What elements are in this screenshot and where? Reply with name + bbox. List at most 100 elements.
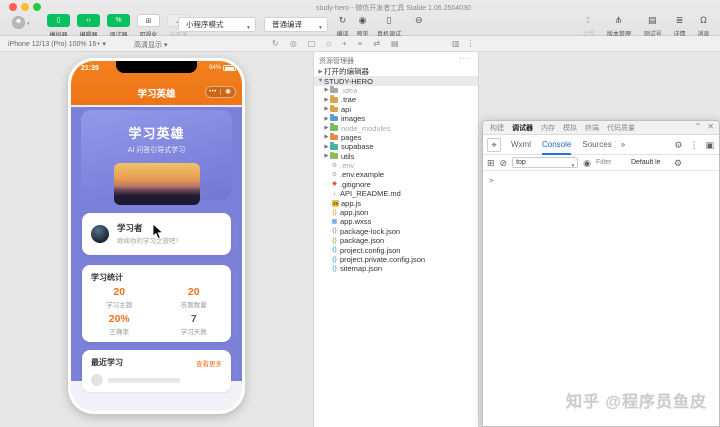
recent-list-item[interactable] [91, 374, 180, 386]
folder-node_modules[interactable]: ▶ node_modules [314, 123, 478, 132]
screenshot-icon[interactable]: ▢ [308, 39, 316, 49]
display-mode-select[interactable]: 高清显示 ▾ [134, 40, 167, 50]
console-filter-input[interactable] [596, 157, 626, 168]
toolbar-action-button[interactable]: ▤ 测试号 [643, 14, 663, 38]
file-app.json[interactable]: ▶ {} app.json [314, 208, 478, 217]
folder-trae[interactable]: ▶ .trae [314, 95, 478, 104]
gear-file-icon: ⚙ [330, 162, 339, 170]
compile-select[interactable]: 普通编译 ▼ [264, 17, 328, 32]
more-icon[interactable]: ⋮ [467, 39, 475, 49]
user-avatar[interactable] [12, 16, 25, 29]
chevron-right-icon: ▶ [323, 116, 330, 122]
debugger-window: 构建调试器内存模拟终端代码质量 ⌃ ✕ ⌖ Wxml Console Sources… [482, 120, 720, 427]
folder-supabase[interactable]: ▶ supabase [314, 142, 478, 151]
file-project.config.json[interactable]: ▶ {} project.config.json [314, 245, 478, 254]
sidebar-toggle-icon[interactable]: ⊞ [487, 157, 495, 169]
mode-select[interactable]: 小程序模式 ▼ [178, 17, 256, 32]
console-toolbar: ⊞ ⊘ top ▼ ◉ Default le ⚙ [483, 155, 719, 171]
minimize-window-button[interactable] [21, 3, 29, 11]
folder-icon [330, 116, 338, 122]
folder-api[interactable]: ▶ api [314, 105, 478, 114]
file-.env.example[interactable]: ▶ ⚙ .env.example [314, 170, 478, 179]
more-tabs-icon[interactable]: » [621, 140, 625, 149]
devtools-panel-bar: ⌖ Wxml Console Sources » ⚙ ⋮ ▣ [483, 135, 719, 155]
file-app.js[interactable]: ▶ JS app.js [314, 198, 478, 207]
file-app.wxss[interactable]: ▶ ▦ app.wxss [314, 217, 478, 226]
list-icon[interactable]: ▤ [391, 39, 399, 49]
folder-idea[interactable]: ▶ .idea [314, 86, 478, 95]
home-icon[interactable]: ⌂ [326, 39, 331, 49]
debugger-tab[interactable]: 构建 [490, 123, 504, 133]
debugger-tab[interactable]: 调试器 [512, 123, 533, 133]
folder-pages[interactable]: ▶ pages [314, 133, 478, 142]
capsule-menu[interactable]: ••• ◉ [205, 86, 236, 98]
app-header: 21:39 94% 学习英雄 ••• ◉ [71, 61, 242, 105]
stat-label: 学习主题 [82, 299, 157, 309]
toolbar-action-button[interactable]: ↥ 上传 [582, 14, 595, 38]
folder-utils[interactable]: ▶ utils [314, 152, 478, 161]
action-icon: ↻ [336, 14, 349, 26]
inspect-icon[interactable]: ⌖ [358, 39, 363, 49]
clear-console-icon[interactable]: ⊘ [500, 157, 508, 169]
debugger-tab[interactable]: 代码质量 [607, 123, 635, 133]
status-battery: 94% [209, 65, 236, 71]
folder-icon [330, 107, 338, 113]
device-select[interactable]: iPhone 12/13 (Pro) 100% 16+ ▾ [8, 40, 106, 48]
collapse-icon[interactable]: ⌃ [695, 122, 702, 131]
console-settings-gear-icon[interactable]: ⚙ [674, 157, 682, 169]
mode-button-icon: ‹› [77, 14, 100, 27]
file-package-lock.json[interactable]: ▶ {} package-lock.json [314, 227, 478, 236]
dock-side-icon[interactable]: ▣ [705, 140, 714, 151]
wxss-file-icon: ▦ [330, 218, 339, 226]
action-icon: ⋔ [606, 14, 632, 26]
target-icon[interactable]: ◎ [290, 39, 297, 49]
view-more-link[interactable]: 查看更多 [196, 358, 222, 368]
devtools-tab-wxml[interactable]: Wxml [511, 135, 531, 155]
app-page: 学习英雄 AI 问答引导式学习 学习者 继续你的学习之旅吧！ 学习统计 20 学… [71, 105, 242, 381]
explorer-more-icon[interactable]: ··· [459, 54, 470, 63]
file-.gitignore[interactable]: ▶ ◆ .gitignore [314, 180, 478, 189]
folder-icon [330, 144, 338, 150]
toolbar-action-button[interactable]: Ω 消息 [697, 14, 710, 38]
more-menu-icon[interactable]: ••• [206, 87, 220, 97]
chevron-right-icon: ▶ [323, 87, 330, 93]
inspect-element-icon[interactable]: ⌖ [487, 138, 501, 152]
stats-grid: 20 学习主题 20 答题数量 20% 正确率 7 学习天数 [82, 286, 231, 336]
console-output[interactable]: > 知乎 @程序员鱼皮 [483, 171, 719, 427]
profile-card[interactable]: 学习者 继续你的学习之旅吧！ [82, 213, 231, 255]
markdown-file-icon: ↓ [330, 190, 339, 198]
file-project.private.config.json[interactable]: ▶ {} project.private.config.json [314, 255, 478, 264]
toolbar-action-button[interactable]: ⋔ 版本管理 [606, 14, 632, 38]
kebab-menu-icon[interactable]: ⋮ [689, 140, 698, 151]
context-select[interactable]: top ▼ [512, 157, 578, 168]
project-root[interactable]: ▼ STUDY-HERO [314, 76, 478, 85]
switch-icon[interactable]: ⇄ [373, 39, 380, 49]
console-prompt[interactable]: > [489, 176, 494, 185]
file-API_README.md[interactable]: ▶ ↓ API_README.md [314, 189, 478, 198]
recent-item-avatar [91, 374, 103, 386]
toolbar-right-group: ↥ 上传 ⋔ 版本管理 ▤ 测试号 ≣ 详情 Ω 消息 [582, 14, 711, 38]
log-level-select[interactable]: Default le [631, 159, 669, 166]
debugger-tab[interactable]: 模拟 [563, 123, 577, 133]
watermark: 知乎 @程序员鱼皮 [566, 388, 707, 412]
open-editors-section[interactable]: ▶ 打开的编辑器 [314, 67, 478, 76]
recent-item-text-placeholder [108, 378, 180, 383]
settings-gear-icon[interactable]: ⚙ [674, 140, 682, 151]
file-package.json[interactable]: ▶ {} package.json [314, 236, 478, 245]
file-sitemap.json[interactable]: ▶ {} sitemap.json [314, 264, 478, 273]
close-icon[interactable]: ✕ [707, 122, 714, 131]
debugger-tab[interactable]: 终端 [585, 123, 599, 133]
devtools-tab-console[interactable]: Console [542, 135, 571, 155]
refresh-icon[interactable]: ↻ [272, 39, 279, 49]
debugger-tab[interactable]: 内存 [541, 123, 555, 133]
devtools-tab-sources[interactable]: Sources [582, 135, 611, 155]
toolbar-action-button[interactable]: ≣ 详情 [673, 14, 686, 38]
minimize-target-icon[interactable]: ◉ [221, 87, 235, 97]
panel-icon[interactable]: ▥ [452, 39, 460, 49]
file-.env[interactable]: ▶ ⚙ .env [314, 161, 478, 170]
eye-icon[interactable]: ◉ [583, 157, 591, 169]
folder-images[interactable]: ▶ images [314, 114, 478, 123]
close-window-button[interactable] [9, 3, 17, 11]
zoom-window-button[interactable] [33, 3, 41, 11]
hand-icon[interactable]: + [342, 39, 347, 49]
